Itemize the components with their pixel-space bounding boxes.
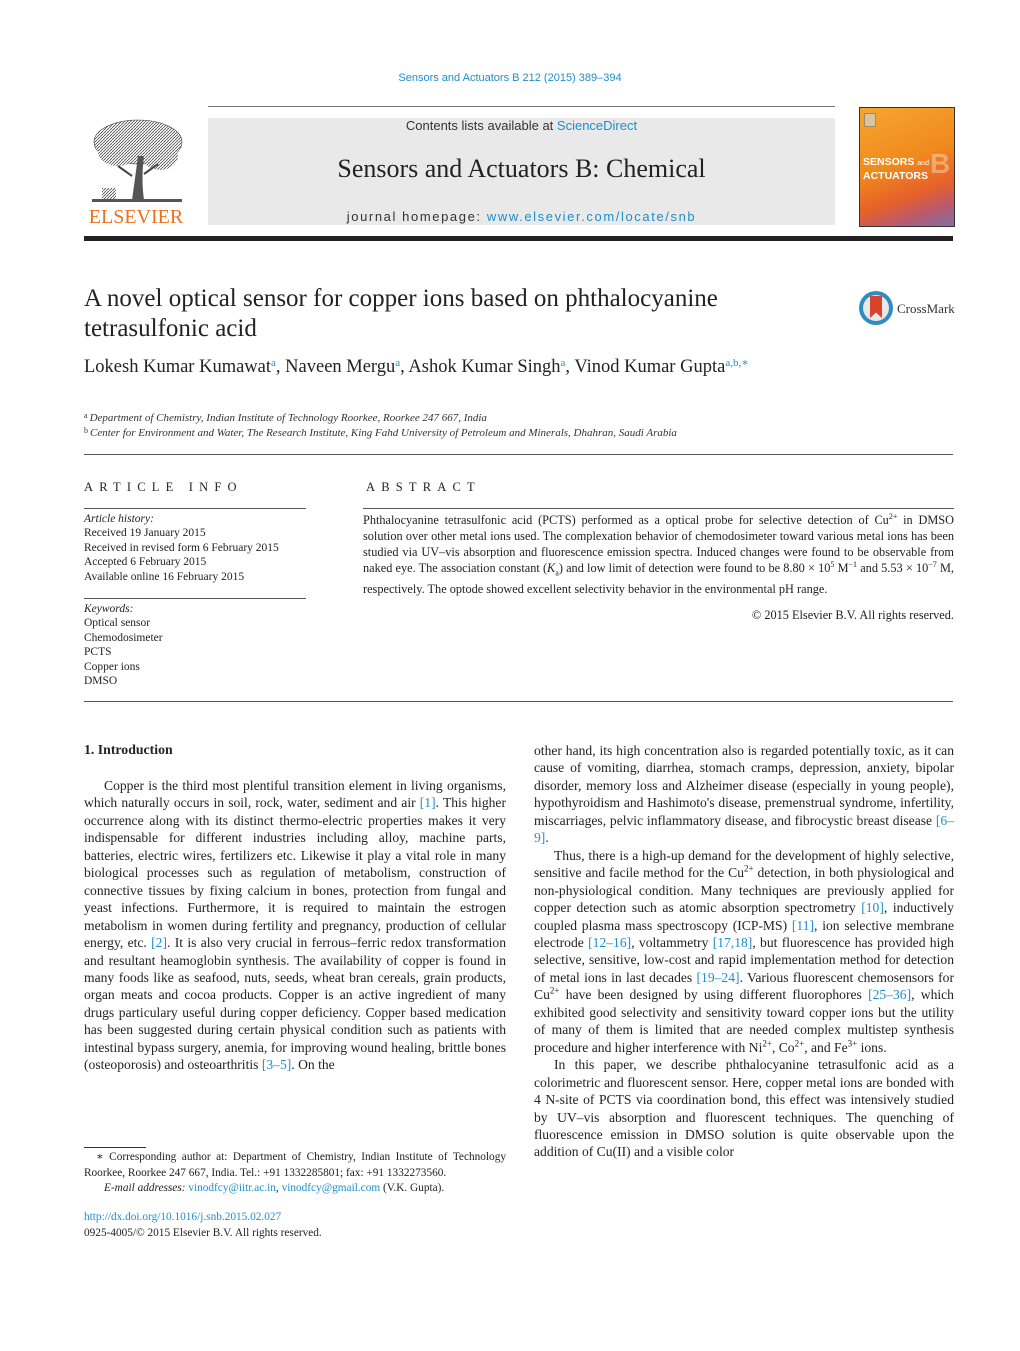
elsevier-tree-icon bbox=[92, 119, 183, 202]
reference-link[interactable]: [3–5] bbox=[262, 1057, 291, 1072]
intro-right-column: other hand, its high concentration also … bbox=[534, 742, 954, 1161]
crossmark-button[interactable]: CrossMark bbox=[859, 291, 959, 329]
crossmark-label: CrossMark bbox=[897, 301, 955, 316]
author-affil-link[interactable]: a,b,∗ bbox=[725, 357, 748, 369]
paragraph: Thus, there is a high-up demand for the … bbox=[534, 847, 955, 1055]
keyword: Optical sensor bbox=[84, 617, 151, 630]
article-info-heading: ARTICLE INFO bbox=[84, 480, 243, 494]
history-item: Available online 16 February 2015 bbox=[84, 570, 245, 583]
author-name[interactable]: Naveen Mergu bbox=[285, 357, 395, 377]
abstract-text: Phthalocyanine tetrasulfonic acid (PCTS)… bbox=[363, 511, 954, 597]
author-affil-link[interactable]: a bbox=[271, 357, 276, 369]
reference-link[interactable]: [1] bbox=[420, 795, 436, 810]
intro-left-column: Copper is the third most plentiful trans… bbox=[84, 777, 506, 1074]
keywords-rule bbox=[84, 598, 306, 599]
cover-publisher-icon bbox=[864, 113, 876, 127]
doi-block: http://dx.doi.org/10.1016/j.snb.2015.02.… bbox=[84, 1210, 322, 1241]
elsevier-logo[interactable]: ELSEVIER bbox=[84, 116, 188, 228]
header-thick-rule bbox=[84, 236, 953, 241]
email-label: E-mail addresses: bbox=[104, 1182, 186, 1194]
article-history: Article history: Received 19 January 201… bbox=[84, 512, 306, 584]
keyword: DMSO bbox=[84, 675, 118, 688]
abstract-heading: ABSTRACT bbox=[366, 480, 481, 494]
journal-cover-image[interactable]: SENSORS and ACTUATORS B bbox=[859, 107, 955, 227]
section-rule bbox=[84, 454, 953, 455]
sciencedirect-link[interactable]: ScienceDirect bbox=[557, 118, 637, 133]
article-info-rule bbox=[84, 508, 306, 509]
cover-letter: B bbox=[930, 148, 951, 179]
abstract-rule bbox=[363, 508, 954, 509]
reference-link[interactable]: [11] bbox=[792, 918, 814, 933]
affiliation: b Center for Environment and Water, The R… bbox=[84, 426, 677, 439]
paragraph: Copper is the third most plentiful trans… bbox=[84, 778, 506, 1073]
history-label: Article history: bbox=[84, 513, 154, 525]
corresponding-author-footnote: ∗ Corresponding author at: Department of… bbox=[84, 1151, 506, 1194]
elsevier-wordmark: ELSEVIER bbox=[88, 206, 184, 228]
cover-title: SENSORS and ACTUATORS bbox=[863, 156, 929, 182]
paragraph: other hand, its high concentration also … bbox=[534, 743, 954, 846]
email-link[interactable]: vinodfcy@gmail.com bbox=[282, 1182, 381, 1194]
homepage-link[interactable]: www.elsevier.com/locate/snb bbox=[487, 209, 696, 224]
author-affil-link[interactable]: a bbox=[395, 357, 400, 369]
journal-title: Sensors and Actuators B: Chemical bbox=[337, 154, 706, 183]
article-title: A novel optical sensor for copper ions b… bbox=[84, 285, 718, 342]
author-list: Lokesh Kumar Kumawata, Naveen Mergua, As… bbox=[84, 357, 749, 377]
author-affil-link[interactable]: a bbox=[561, 357, 566, 369]
section-rule bbox=[84, 701, 953, 702]
header-rule bbox=[208, 106, 835, 107]
journal-masthead: Contents lists available at ScienceDirec… bbox=[208, 118, 835, 225]
author-name[interactable]: Lokesh Kumar Kumawat bbox=[84, 357, 271, 377]
intro-heading: 1. Introduction bbox=[84, 742, 173, 757]
affiliation: a Department of Chemistry, Indian Institu… bbox=[84, 411, 487, 424]
keywords: Keywords: Optical sensor Chemodosimeter … bbox=[84, 602, 306, 688]
issn-copyright: 0925-4005/© 2015 Elsevier B.V. All right… bbox=[84, 1226, 322, 1239]
keywords-label: Keywords: bbox=[84, 603, 134, 615]
keyword: Chemodosimeter bbox=[84, 631, 163, 644]
reference-link[interactable]: [2] bbox=[151, 935, 167, 950]
journal-citation[interactable]: Sensors and Actuators B 212 (2015) 389–3… bbox=[0, 72, 1020, 84]
email-link[interactable]: vinodfcy@iitr.ac.in bbox=[188, 1182, 276, 1194]
keyword: PCTS bbox=[84, 646, 112, 659]
contents-prefix: Contents lists available at bbox=[405, 118, 557, 133]
author-name[interactable]: Ashok Kumar Singh bbox=[408, 357, 560, 377]
homepage-prefix: journal homepage: bbox=[346, 209, 487, 224]
keyword: Copper ions bbox=[84, 660, 140, 673]
reference-link[interactable]: [12–16] bbox=[588, 935, 631, 950]
crossmark-icon bbox=[859, 291, 893, 325]
journal-homepage: journal homepage: www.elsevier.com/locat… bbox=[208, 209, 835, 224]
doi-link[interactable]: http://dx.doi.org/10.1016/j.snb.2015.02.… bbox=[84, 1211, 281, 1223]
history-item: Accepted 6 February 2015 bbox=[84, 556, 207, 569]
author-name[interactable]: Vinod Kumar Gupta bbox=[574, 357, 725, 377]
reference-link[interactable]: [19–24] bbox=[697, 970, 740, 985]
history-item: Received in revised form 6 February 2015 bbox=[84, 541, 279, 554]
footnote-rule bbox=[84, 1147, 146, 1148]
reference-link[interactable]: [25–36] bbox=[868, 987, 911, 1002]
abstract-copyright: © 2015 Elsevier B.V. All rights reserved… bbox=[751, 608, 954, 622]
reference-link[interactable]: [10] bbox=[861, 900, 884, 915]
contents-line: Contents lists available at ScienceDirec… bbox=[208, 118, 835, 133]
history-item: Received 19 January 2015 bbox=[84, 527, 206, 540]
paragraph: In this paper, we describe phthalocyanin… bbox=[534, 1057, 954, 1160]
reference-link[interactable]: [17,18] bbox=[713, 935, 753, 950]
